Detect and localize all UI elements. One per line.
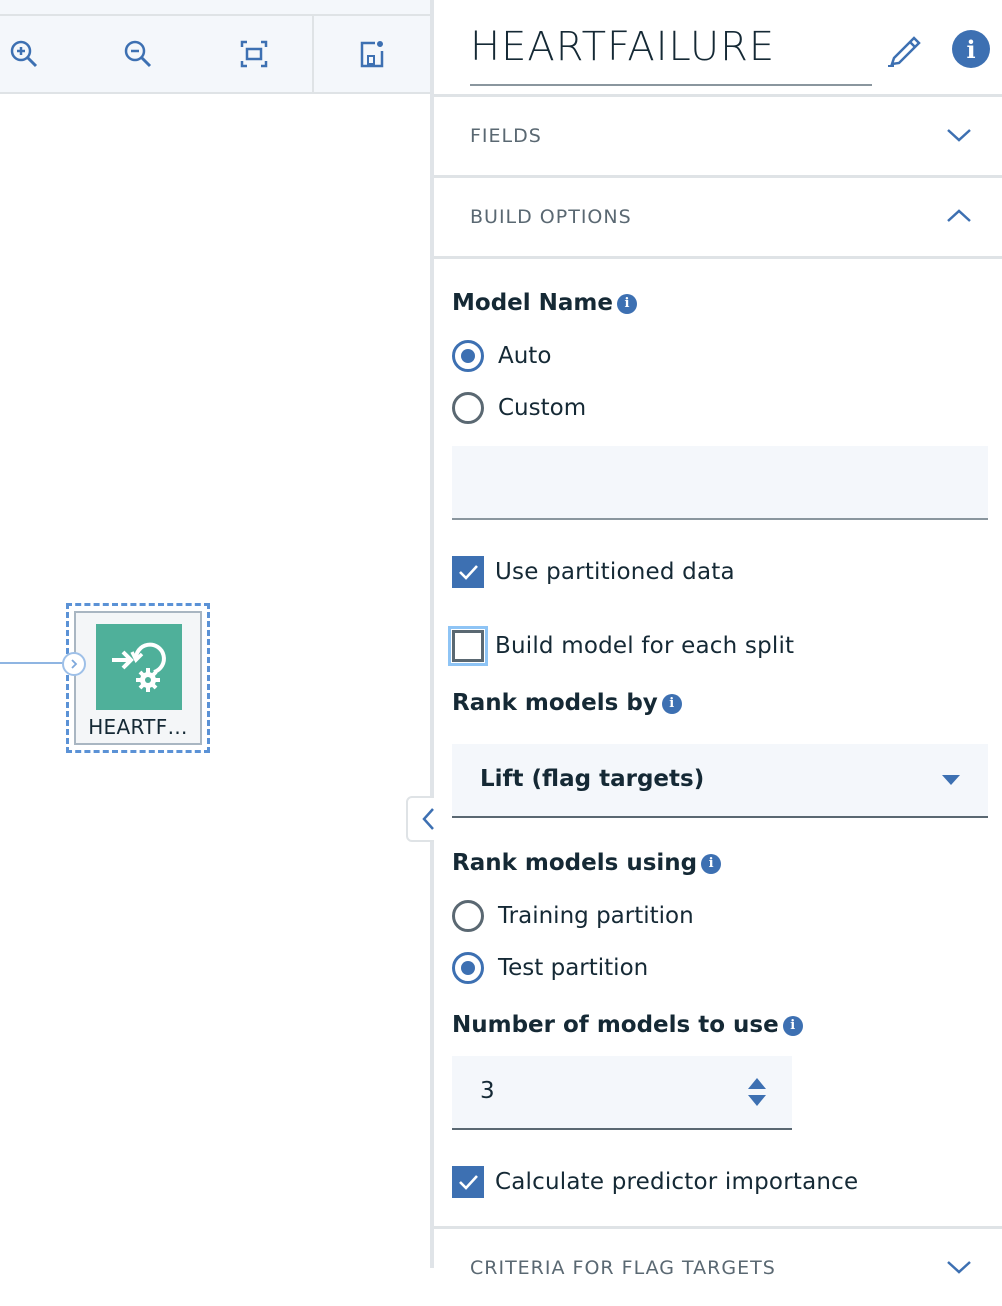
zoom-out-button[interactable] xyxy=(118,34,158,74)
rank-by-heading: Rank models by i xyxy=(452,690,682,716)
fit-to-screen-button[interactable] xyxy=(234,34,274,74)
radio-model-name-auto[interactable]: Auto xyxy=(452,338,551,374)
checkmark-icon xyxy=(459,565,478,580)
canvas-top-strip xyxy=(0,0,430,16)
radio-test-partition[interactable]: Test partition xyxy=(452,950,648,986)
checkbox-icon xyxy=(448,626,488,666)
rank-by-dropdown[interactable]: Lift (flag targets) xyxy=(452,744,988,818)
num-models-label: Number of models to use xyxy=(452,1012,779,1038)
rank-using-label: Rank models using xyxy=(452,850,698,876)
minimap-button[interactable] xyxy=(352,34,392,74)
checkbox-use-partitioned-data[interactable]: Use partitioned data xyxy=(452,554,735,590)
radio-button-icon xyxy=(452,340,484,372)
section-criteria-label: CRITERIA FOR FLAG TARGETS xyxy=(470,1257,776,1279)
node-icon-tile xyxy=(96,624,182,710)
checkbox-label: Use partitioned data xyxy=(495,559,735,585)
section-criteria-flag-targets[interactable]: CRITERIA FOR FLAG TARGETS xyxy=(434,1226,1002,1306)
radio-training-partition[interactable]: Training partition xyxy=(452,898,694,934)
section-build-options-label: BUILD OPTIONS xyxy=(470,206,632,228)
pencil-icon xyxy=(888,36,921,67)
node-properties-panel: HEARTFAILURE i FIELDS BUILD OPTIONS Mode… xyxy=(434,0,1002,1279)
info-icon: i xyxy=(966,34,976,64)
checkbox-predictor-importance[interactable]: Calculate predictor importance xyxy=(452,1164,858,1200)
radio-label: Training partition xyxy=(498,903,694,929)
rank-using-heading: Rank models using i xyxy=(452,850,722,876)
node-link-line xyxy=(0,662,64,664)
num-models-heading: Number of models to use i xyxy=(452,1012,803,1038)
info-icon[interactable]: i xyxy=(661,694,682,714)
node-label: HEARTF… xyxy=(88,715,188,739)
info-icon[interactable]: i xyxy=(701,854,722,874)
checkbox-icon xyxy=(452,1166,484,1198)
chevron-up-icon xyxy=(947,209,971,222)
custom-model-name-input[interactable] xyxy=(452,446,988,520)
node-input-port[interactable] xyxy=(62,652,86,676)
radio-label: Custom xyxy=(498,395,587,421)
zoom-in-icon xyxy=(10,40,38,68)
section-fields-label: FIELDS xyxy=(470,125,542,147)
radio-button-icon xyxy=(452,900,484,932)
zoom-out-icon xyxy=(124,40,152,68)
radio-button-icon xyxy=(452,952,484,984)
checkbox-build-each-split[interactable]: Build model for each split xyxy=(448,626,795,666)
radio-label: Auto xyxy=(498,343,552,369)
increment-icon[interactable] xyxy=(748,1078,766,1089)
radio-label: Test partition xyxy=(498,955,649,981)
auto-classifier-icon xyxy=(112,642,166,692)
rank-by-label: Rank models by xyxy=(452,690,658,716)
toolbar-divider xyxy=(312,16,314,94)
section-build-options[interactable]: BUILD OPTIONS xyxy=(434,175,1002,255)
canvas-toolbar xyxy=(0,16,430,94)
checkbox-label: Calculate predictor importance xyxy=(495,1169,859,1195)
info-icon[interactable]: i xyxy=(782,1016,803,1036)
chevron-down-icon xyxy=(947,129,971,142)
model-name-heading: Model Name i xyxy=(452,290,637,316)
checkbox-icon xyxy=(452,556,484,588)
info-button[interactable]: i xyxy=(952,30,990,68)
rank-by-value: Lift (flag targets) xyxy=(480,766,705,792)
zoom-in-button[interactable] xyxy=(4,34,44,74)
fit-to-screen-icon xyxy=(240,40,268,68)
section-fields[interactable]: FIELDS xyxy=(434,94,1002,174)
num-models-input[interactable]: 3 xyxy=(452,1056,792,1130)
num-models-value: 3 xyxy=(480,1078,495,1104)
minimap-icon xyxy=(360,41,384,68)
chevron-right-icon xyxy=(71,659,78,669)
flow-node-heartfailure[interactable]: HEARTF… xyxy=(74,611,202,745)
panel-title: HEARTFAILURE xyxy=(470,24,776,70)
checkmark-icon xyxy=(459,1175,478,1190)
chevron-down-icon xyxy=(947,1261,971,1274)
info-icon[interactable]: i xyxy=(616,294,637,314)
edit-title-button[interactable] xyxy=(886,28,926,68)
radio-model-name-custom[interactable]: Custom xyxy=(452,390,586,426)
checkbox-label: Build model for each split xyxy=(495,633,795,659)
node-name-field[interactable]: HEARTFAILURE xyxy=(470,14,872,86)
caret-down-icon xyxy=(942,775,960,785)
decrement-icon[interactable] xyxy=(748,1095,766,1106)
radio-button-icon xyxy=(452,392,484,424)
flow-canvas[interactable]: HEARTF… xyxy=(0,0,430,1268)
section-divider xyxy=(434,256,1002,259)
model-name-label: Model Name xyxy=(452,290,613,316)
